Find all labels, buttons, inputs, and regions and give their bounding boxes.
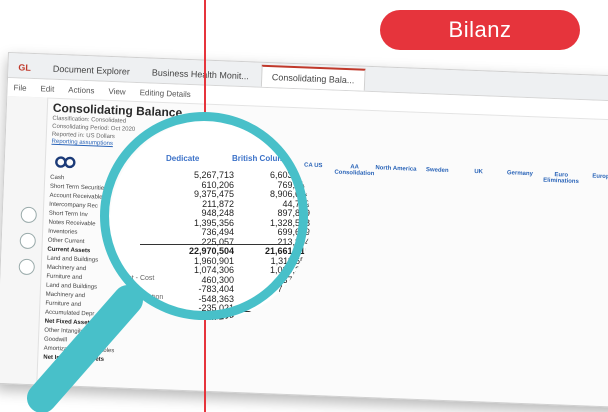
row-label: Net Intangible Assets bbox=[43, 354, 105, 363]
row-label: Land and Buildings bbox=[46, 255, 99, 264]
magnifier-ring bbox=[100, 112, 308, 320]
left-sidebar bbox=[0, 96, 49, 385]
expand-icon[interactable] bbox=[18, 258, 36, 276]
row-label: Current Assets bbox=[47, 246, 91, 255]
row-label: Furniture and bbox=[46, 273, 83, 282]
row-label: Amortization of Intangibles bbox=[43, 345, 115, 355]
column-header[interactable]: AA Consolidation bbox=[333, 164, 375, 184]
row-label: Net Fixed Assets bbox=[44, 318, 93, 327]
row-label: Machinery and bbox=[45, 291, 86, 300]
column-header[interactable]: Euro Eliminations bbox=[540, 172, 582, 192]
row-label: Inventories bbox=[48, 228, 78, 236]
column-header[interactable]: Germany bbox=[499, 170, 541, 190]
row-label: Notes Receivable bbox=[48, 219, 96, 228]
menu-actions[interactable]: Actions bbox=[68, 85, 95, 95]
row-label: Goodwill bbox=[43, 336, 68, 344]
menu-file[interactable]: File bbox=[13, 83, 26, 92]
row-label: Furniture and bbox=[45, 300, 82, 308]
expand-icon[interactable] bbox=[19, 232, 37, 250]
row-label: Other Intangible Assets bbox=[44, 327, 107, 336]
lens-value-british-columbia: 1,... bbox=[294, 312, 310, 321]
column-header[interactable]: UK bbox=[457, 168, 499, 188]
lens-row-label bbox=[120, 313, 164, 321]
pointer-line-top bbox=[204, 0, 206, 120]
app-logo: GL bbox=[18, 62, 32, 73]
tab-consolidating-balance[interactable]: Consolidating Bala... bbox=[260, 64, 366, 91]
column-header[interactable]: Europe bbox=[581, 173, 608, 193]
row-label: Cash bbox=[50, 174, 65, 182]
menu-editing-details[interactable]: Editing Details bbox=[140, 88, 191, 99]
row-label: Other Current bbox=[47, 237, 85, 246]
row-label: Land and Buildings bbox=[45, 282, 98, 291]
menu-view[interactable]: View bbox=[108, 86, 126, 96]
column-header[interactable]: Sweden bbox=[416, 167, 458, 187]
row-label: Intercompany Rec bbox=[49, 201, 98, 210]
menu-edit[interactable]: Edit bbox=[40, 84, 54, 94]
row-label: Account Receivable bbox=[49, 192, 103, 201]
tab-document-explorer[interactable]: Document Explorer bbox=[43, 58, 141, 82]
row-label: Short Term Securities bbox=[49, 183, 108, 192]
company-logo-icon bbox=[55, 156, 76, 169]
row-label: Machinery and bbox=[46, 264, 87, 273]
expand-icon[interactable] bbox=[20, 206, 38, 224]
column-header[interactable]: North America bbox=[375, 165, 417, 185]
row-label: Accumulated Depr bbox=[44, 309, 95, 318]
bilanz-badge: Bilanz bbox=[380, 10, 580, 50]
pointer-line-bottom bbox=[204, 318, 206, 412]
row-label: Short Term Inv bbox=[48, 210, 88, 219]
